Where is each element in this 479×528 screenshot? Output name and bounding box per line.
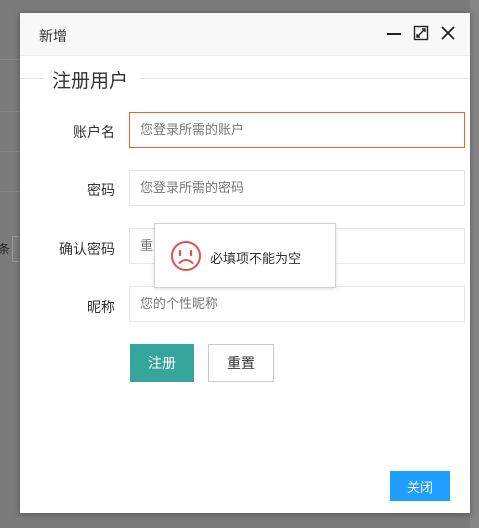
fieldset-border-right (140, 78, 470, 79)
sad-face-icon (171, 241, 201, 271)
dialog-header: 新增 (20, 13, 470, 56)
password-label: 密码 (87, 183, 115, 199)
close-dialog-button[interactable]: 关闭 (390, 471, 450, 501)
add-dialog: 新增 注册用户 账户名 密码 确认密码 昵称 注册 (20, 13, 470, 513)
toast-message: 必填项不能为空 (210, 252, 302, 267)
minimize-icon[interactable] (386, 25, 402, 41)
confirm-password-label: 确认密码 (59, 242, 115, 258)
account-label: 账户名 (73, 125, 115, 141)
reset-button[interactable]: 重置 (208, 344, 274, 382)
maximize-icon[interactable] (413, 25, 429, 41)
bg-row-line (0, 151, 20, 152)
validation-toast: 必填项不能为空 (154, 223, 336, 288)
bg-row-line (0, 191, 20, 192)
dialog-title: 新增 (39, 29, 67, 45)
nickname-label: 昵称 (87, 300, 115, 316)
register-button[interactable]: 注册 (130, 344, 194, 382)
nickname-input[interactable] (129, 286, 465, 322)
account-input[interactable] (129, 112, 465, 148)
bg-scroll-strip (470, 0, 479, 528)
password-input[interactable] (129, 170, 465, 206)
bg-row-line (0, 111, 20, 112)
bg-row-line (0, 59, 20, 60)
dialog-window-controls (386, 25, 456, 41)
close-icon[interactable] (440, 25, 456, 41)
bg-partial-select (12, 236, 19, 262)
form-legend: 注册用户 (50, 66, 131, 93)
bg-partial-text: 条 (0, 242, 11, 256)
fieldset-border-left (20, 78, 44, 79)
